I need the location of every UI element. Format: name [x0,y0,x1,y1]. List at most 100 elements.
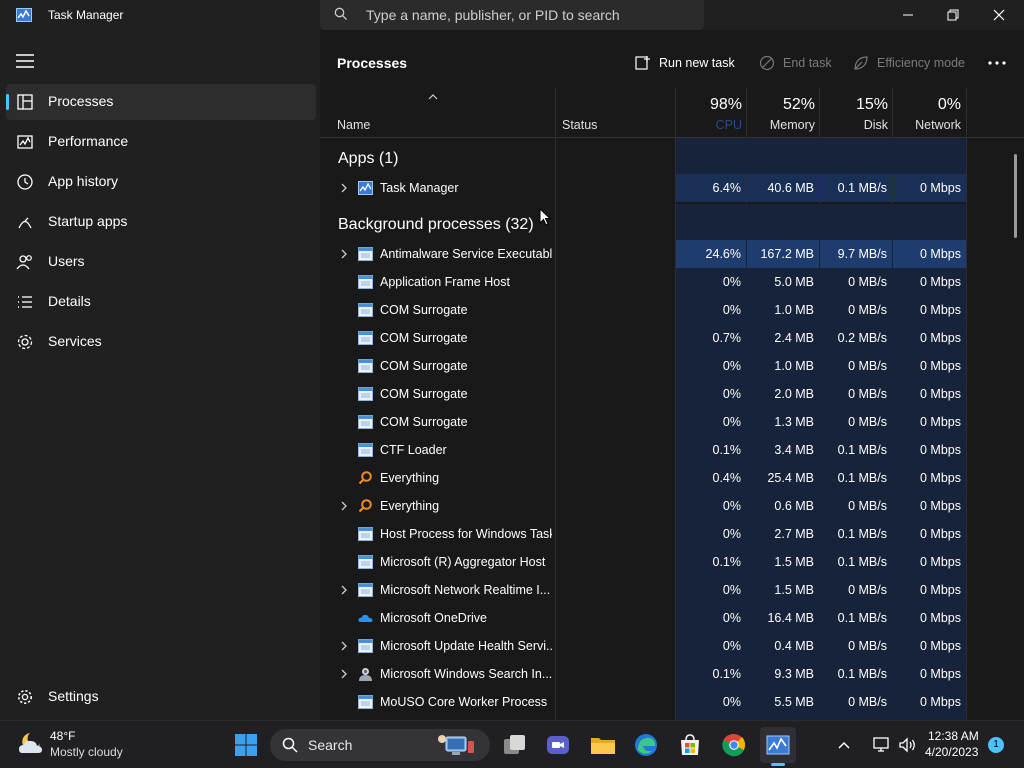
close-button[interactable] [976,0,1022,30]
process-row[interactable]: Microsoft (R) Aggregator Host 0.1% 1.5 MB 0… [320,548,1024,576]
expand-chevron-icon[interactable] [339,668,349,680]
process-name: Everything [380,499,440,513]
minimize-button[interactable] [885,0,931,30]
process-cpu: 0% [676,408,746,436]
process-row[interactable]: Microsoft Update Health Servi... 0% 0.4 MB… [320,632,1024,660]
efficiency-mode-button[interactable]: Efficiency mode [853,52,965,74]
notification-badge[interactable]: 1 [988,737,1004,753]
mouse-cursor-icon [539,208,551,226]
expand-chevron-icon[interactable] [339,248,349,260]
weather-description: Mostly cloudy [50,745,123,759]
process-memory: 1.0 MB [747,296,819,324]
process-network: 0 Mbps [893,520,966,548]
expand-chevron-icon[interactable] [339,584,349,596]
system-tray-button[interactable] [862,727,928,763]
microsoft-store-button[interactable] [672,727,708,763]
process-row[interactable]: Microsoft OneDrive 0% 16.4 MB 0.1 MB/s 0 Mbp… [320,604,1024,632]
column-network[interactable]: Network [893,118,961,132]
active-app-indicator [771,763,785,766]
sidebar-item-label: Details [48,293,91,309]
video-chat-icon [547,736,569,754]
process-row[interactable]: Microsoft Network Realtime I... 0% 1.5 MB 0… [320,576,1024,604]
process-cpu: 24.6% [676,240,746,268]
sidebar-item-users[interactable]: Users [6,244,316,280]
chrome-browser-button[interactable] [716,727,752,763]
process-memory: 0.6 MB [747,492,819,520]
hamburger-menu-icon[interactable] [16,54,34,68]
window-app-icon [358,443,373,457]
maximize-button[interactable] [930,0,976,30]
process-row[interactable]: Application Frame Host 0% 5.0 MB 0 MB/s 0 Mb… [320,268,1024,296]
cpu-total[interactable]: 98% [676,96,742,114]
process-disk: 0 MB/s [820,380,892,408]
process-cpu: 0% [676,688,746,716]
sidebar-item-performance[interactable]: Performance [6,124,316,160]
process-cpu: 0% [676,632,746,660]
page-title: Processes [337,55,408,71]
sidebar-item-services[interactable]: Services [6,324,316,360]
process-name: MoUSO Core Worker Process [380,695,548,709]
process-disk: 0 MB/s [820,576,892,604]
window-app-icon [358,331,373,345]
process-row[interactable]: Antimalware Service Executable 24.6% 167.2… [320,240,1024,268]
expand-chevron-icon[interactable] [339,640,349,652]
column-name[interactable]: Name [337,118,370,132]
users-icon [16,255,32,270]
process-memory: 16.4 MB [747,604,819,632]
show-hidden-icons-button[interactable] [826,727,862,763]
process-disk: 0.1 MB/s [820,436,892,464]
taskbar-search[interactable]: Search [270,729,490,761]
sidebar-item-app-history[interactable]: App history [6,164,316,200]
expand-chevron-icon[interactable] [339,500,349,512]
process-row[interactable]: COM Surrogate 0% 2.0 MB 0 MB/s 0 Mbps [320,380,1024,408]
process-row[interactable]: COM Surrogate 0.7% 2.4 MB 0.2 MB/s 0 Mbps [320,324,1024,352]
search-input[interactable] [360,0,690,30]
column-status[interactable]: Status [562,118,597,132]
sidebar-item-settings[interactable]: Settings [6,679,316,715]
process-disk: 0 MB/s [820,492,892,520]
process-disk: 0.1 MB/s [820,520,892,548]
end-task-button[interactable]: End task [759,52,832,74]
process-cpu: 0.1% [676,660,746,688]
process-row[interactable]: MoUSO Core Worker Process 0% 5.5 MB 0 MB/s 0… [320,688,1024,716]
scrollbar-thumb[interactable] [1014,154,1017,238]
start-button[interactable] [228,727,264,763]
process-row[interactable]: COM Surrogate 0% 1.3 MB 0 MB/s 0 Mbps [320,408,1024,436]
meet-now-button[interactable] [540,727,576,763]
process-disk: 0.1 MB/s [820,660,892,688]
process-row[interactable]: Microsoft Windows Search In... 0.1% 9.3 MB… [320,660,1024,688]
edge-browser-button[interactable] [628,727,664,763]
settings-label: Settings [48,688,99,704]
run-new-task-button[interactable]: Run new task [635,52,735,74]
disk-total[interactable]: 15% [820,96,888,114]
task-manager-taskbar-button[interactable] [760,727,796,766]
network-total[interactable]: 0% [893,96,961,114]
sidebar-item-details[interactable]: Details [6,284,316,320]
process-row[interactable]: Host Process for Windows Tasks 0% 2.7 MB 0.… [320,520,1024,548]
task-view-button[interactable] [497,727,533,763]
expand-chevron-icon[interactable] [339,182,349,194]
taskbar-search-label: Search [308,737,353,753]
search-icon [334,7,347,20]
sidebar-item-processes[interactable]: Processes [6,84,316,120]
leaf-icon [854,56,868,70]
file-explorer-button[interactable] [585,727,621,763]
sidebar-item-label: Services [48,333,102,349]
memory-total[interactable]: 52% [747,96,815,114]
process-row[interactable]: CTF Loader 0.1% 3.4 MB 0.1 MB/s 0 Mbps [320,436,1024,464]
performance-icon [17,135,33,149]
clock-date[interactable]: 4/20/2023 [925,745,978,759]
column-cpu[interactable]: CPU [676,118,742,132]
sidebar-item-startup-apps[interactable]: Startup apps [6,204,316,240]
process-row[interactable]: COM Surrogate 0% 1.0 MB 0 MB/s 0 Mbps [320,352,1024,380]
column-disk[interactable]: Disk [820,118,888,132]
sidebar: Processes Performance App history Startu… [0,30,320,720]
more-options-icon[interactable] [988,61,1006,65]
clock-time[interactable]: 12:38 AM [928,729,979,743]
process-row[interactable]: Everything 0% 0.6 MB 0 MB/s 0 Mbps [320,492,1024,520]
process-row[interactable]: COM Surrogate 0% 1.0 MB 0 MB/s 0 Mbps [320,296,1024,324]
process-row[interactable]: Everything 0.4% 25.4 MB 0.1 MB/s 0 Mbps [320,464,1024,492]
process-disk: 0 MB/s [820,268,892,296]
column-memory[interactable]: Memory [747,118,815,132]
process-row[interactable]: Task Manager 6.4% 40.6 MB 0.1 MB/s 0 Mbps [320,174,1024,202]
